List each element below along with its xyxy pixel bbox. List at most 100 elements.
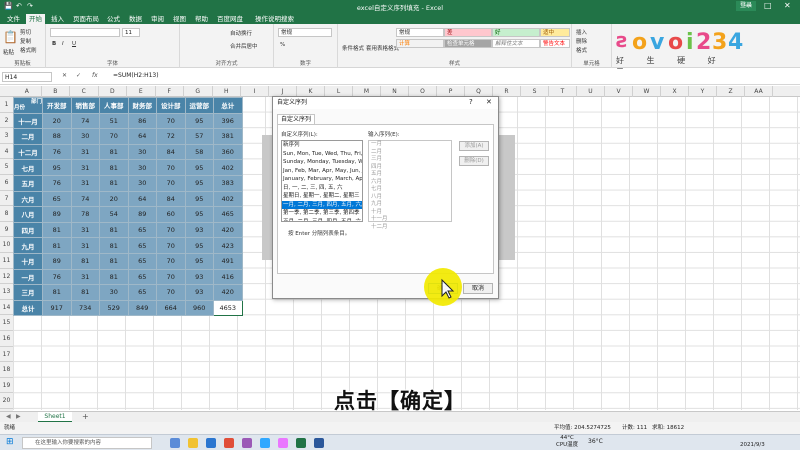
custom-list-item[interactable]: January, February, March, April <box>282 175 362 184</box>
tab-view[interactable]: 视图 <box>170 14 189 24</box>
row-header[interactable]: 2 <box>0 112 13 129</box>
data-cell[interactable]: 402 <box>213 159 243 176</box>
data-cell[interactable]: 31 <box>70 143 100 161</box>
data-cell[interactable]: 84 <box>156 143 186 161</box>
data-cell[interactable]: 30 <box>99 284 129 301</box>
column-header[interactable]: W <box>633 86 661 97</box>
data-cell[interactable]: 76 <box>42 174 72 192</box>
total-cell[interactable]: 529 <box>99 299 129 317</box>
data-cell[interactable]: 81 <box>99 268 129 286</box>
data-cell[interactable]: 81 <box>99 174 129 192</box>
data-cell[interactable]: 465 <box>213 206 243 223</box>
app-icon[interactable] <box>224 438 234 448</box>
row-header[interactable]: 19 <box>0 377 13 394</box>
data-cell[interactable]: 81 <box>99 237 129 254</box>
data-cell[interactable]: 89 <box>127 206 157 223</box>
row-header[interactable]: 14 <box>0 299 13 316</box>
data-cell[interactable]: 60 <box>156 206 186 223</box>
column-header[interactable]: D <box>99 86 127 97</box>
column-header[interactable]: Z <box>717 86 745 97</box>
app-icon[interactable] <box>242 438 252 448</box>
custom-list-item[interactable]: 日, 一, 二, 三, 四, 五, 六 <box>282 184 362 193</box>
data-cell[interactable]: 30 <box>70 128 100 145</box>
delete-cells-button[interactable]: 删除 <box>576 37 587 45</box>
column-header[interactable]: AA <box>745 86 773 97</box>
tell-me-search[interactable]: 操作说明搜索 <box>252 14 297 24</box>
tab-data[interactable]: 数据 <box>126 14 145 24</box>
column-header[interactable]: Y <box>689 86 717 97</box>
row-label-cell[interactable]: 二月 <box>13 128 43 145</box>
column-header[interactable]: G <box>184 86 213 97</box>
wrap-text-button[interactable]: 自动换行 <box>230 29 252 37</box>
data-cell[interactable]: 88 <box>42 128 72 145</box>
column-header-cell[interactable]: 财务部 <box>127 97 157 114</box>
data-cell[interactable]: 81 <box>99 221 129 239</box>
excel-icon[interactable] <box>296 438 306 448</box>
style-normal[interactable]: 常规 <box>396 28 444 37</box>
app-icon[interactable] <box>260 438 270 448</box>
style-explanatory[interactable]: 解释性文本 <box>492 39 540 48</box>
data-cell[interactable]: 95 <box>184 174 214 192</box>
row-label-cell[interactable]: 八月 <box>13 206 43 223</box>
cancel-button[interactable]: 取消 <box>463 283 493 294</box>
data-cell[interactable]: 402 <box>213 190 243 208</box>
add-sheet-button[interactable]: + <box>82 412 89 421</box>
row-header[interactable]: 8 <box>0 206 13 222</box>
maximize-button[interactable]: □ <box>764 1 772 11</box>
table-format-button[interactable]: 套用表格格式 <box>366 44 399 52</box>
column-header[interactable]: U <box>577 86 605 97</box>
style-warning[interactable]: 警告文本 <box>540 39 570 48</box>
row-header[interactable]: 1 <box>0 97 13 113</box>
tab-baidu-netdisk[interactable]: 百度网盘 <box>214 14 246 24</box>
bold-button[interactable]: B <box>52 41 56 47</box>
column-header[interactable]: V <box>605 86 633 97</box>
data-cell[interactable]: 65 <box>127 284 157 301</box>
data-cell[interactable]: 78 <box>70 206 100 223</box>
data-cell[interactable]: 420 <box>213 284 243 301</box>
row-label-cell[interactable]: 十一月 <box>13 112 43 130</box>
row-label-cell[interactable]: 四月 <box>13 221 43 239</box>
taskbar-search-input[interactable]: 在这里输入你要搜索的内容 <box>22 437 152 449</box>
word-icon[interactable] <box>314 438 324 448</box>
column-header[interactable]: T <box>549 86 577 97</box>
conditional-format-button[interactable]: 条件格式 <box>342 44 364 52</box>
data-cell[interactable]: 64 <box>127 190 157 208</box>
column-header[interactable]: X <box>661 86 689 97</box>
paste-button[interactable]: 粘贴 <box>3 48 14 56</box>
scroll-right-icon[interactable]: ▶ <box>16 413 21 420</box>
custom-list-item[interactable]: 一月, 二月, 三月, 四月, 五月, 六月 <box>282 200 362 209</box>
data-cell[interactable]: 31 <box>70 268 100 286</box>
column-header-cell[interactable]: 人事部 <box>99 97 129 114</box>
data-cell[interactable]: 491 <box>213 252 243 270</box>
data-cell[interactable]: 70 <box>156 112 186 130</box>
data-cell[interactable]: 81 <box>42 284 72 301</box>
data-cell[interactable]: 95 <box>184 252 214 270</box>
active-cell[interactable]: 4653 <box>213 299 243 317</box>
data-cell[interactable]: 70 <box>156 174 186 192</box>
row-label-cell[interactable]: 五月 <box>13 174 43 192</box>
italic-button[interactable]: I <box>62 41 64 47</box>
custom-lists-listbox[interactable]: 新序列 Sun, Mon, Tue, Wed, Thu, Fri, S Sunday… <box>281 140 363 222</box>
enter-icon[interactable]: ✓ <box>76 72 81 79</box>
data-cell[interactable]: 76 <box>42 143 72 161</box>
custom-list-item[interactable]: Sun, Mon, Tue, Wed, Thu, Fri, S <box>282 150 362 159</box>
style-good[interactable]: 好 <box>492 28 540 37</box>
data-cell[interactable]: 95 <box>184 112 214 130</box>
data-cell[interactable]: 70 <box>156 159 186 176</box>
custom-list-item[interactable]: Sunday, Monday, Tuesday, Wed <box>282 158 362 167</box>
data-cell[interactable]: 81 <box>70 284 100 301</box>
custom-list-item[interactable]: Jan, Feb, Mar, Apr, May, Jun, Ju <box>282 167 362 176</box>
data-cell[interactable]: 30 <box>127 143 157 161</box>
dialog-close-button[interactable]: ✕ <box>486 98 492 106</box>
data-cell[interactable]: 89 <box>42 252 72 270</box>
row-label-cell[interactable]: 九月 <box>13 237 43 254</box>
column-header-cell[interactable]: 设计部 <box>156 97 186 114</box>
data-cell[interactable]: 20 <box>99 190 129 208</box>
total-cell[interactable]: 849 <box>127 299 157 317</box>
data-cell[interactable]: 70 <box>156 268 186 286</box>
tab-review[interactable]: 审阅 <box>148 14 167 24</box>
row-label-cell[interactable]: 三月 <box>13 284 43 301</box>
file-explorer-icon[interactable] <box>188 438 198 448</box>
column-header[interactable]: I <box>241 86 269 97</box>
data-cell[interactable]: 86 <box>127 112 157 130</box>
